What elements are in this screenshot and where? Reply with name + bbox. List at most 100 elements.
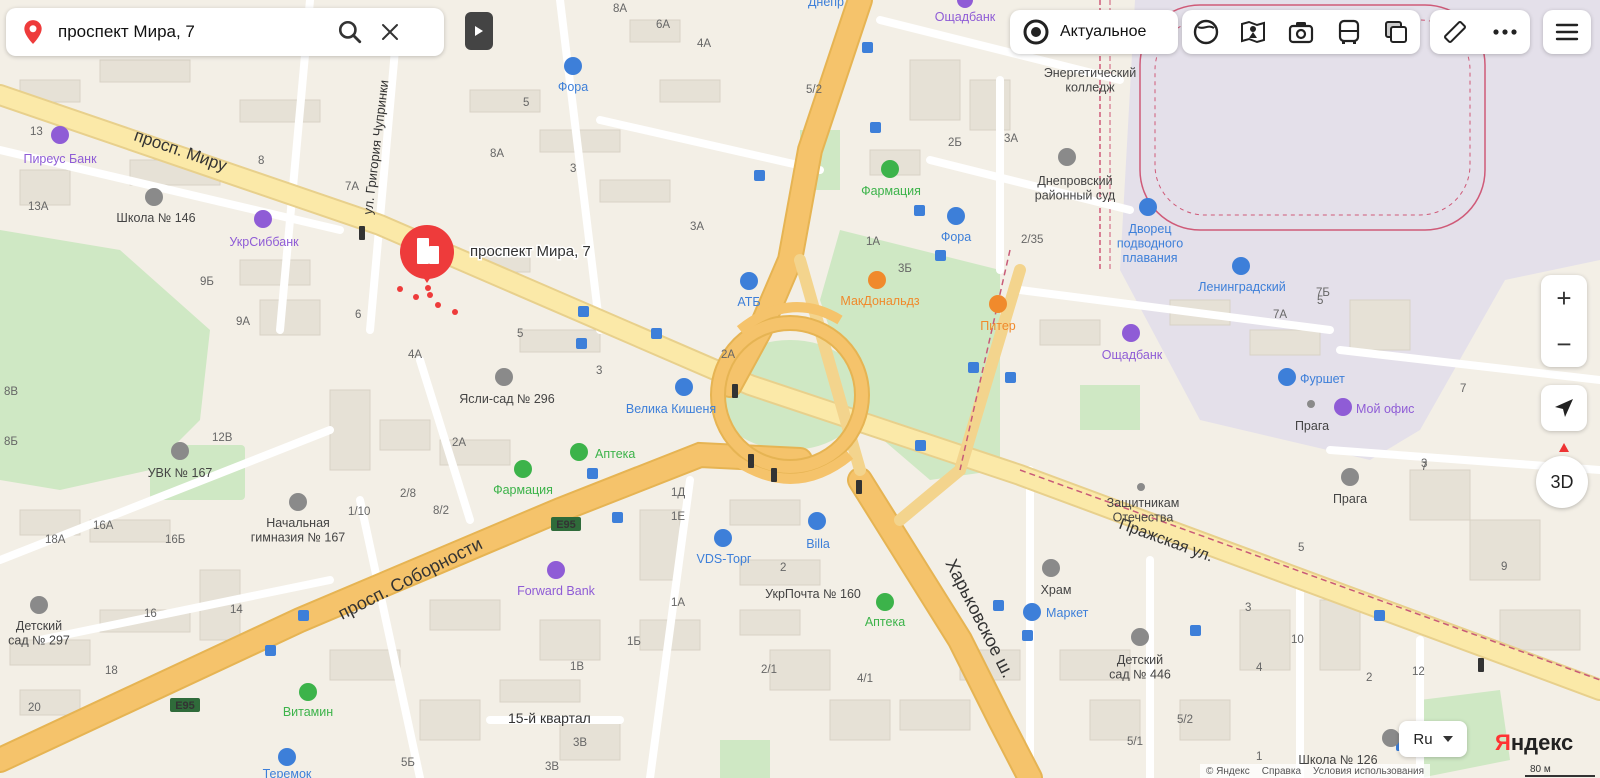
svg-text:9Б: 9Б [200, 276, 214, 288]
svg-text:1А: 1А [866, 236, 880, 248]
svg-text:4А: 4А [697, 38, 711, 50]
svg-text:3Б: 3Б [898, 263, 912, 275]
svg-text:2: 2 [780, 562, 786, 574]
photos-button[interactable] [1281, 12, 1321, 52]
svg-text:13А: 13А [28, 201, 49, 213]
transport-button[interactable] [1329, 12, 1369, 52]
svg-text:Школа № 146: Школа № 146 [116, 211, 195, 225]
yandex-logo[interactable]: Яндекс [1495, 730, 1573, 756]
search-input[interactable] [56, 21, 330, 43]
poi-ukrposhta-160[interactable]: УкрПочта № 160 [765, 587, 861, 601]
svg-text:7: 7 [1460, 383, 1466, 395]
language-label: Ru [1413, 730, 1433, 748]
language-select[interactable]: Ru [1399, 721, 1467, 757]
svg-text:8А: 8А [490, 148, 504, 160]
copyright-text: © Яндекс [1206, 765, 1250, 777]
svg-text:Аптека: Аптека [865, 615, 905, 629]
tools-bar [1430, 10, 1530, 54]
search-icon [338, 20, 362, 44]
map-type-button[interactable] [1186, 12, 1226, 52]
ruler-button[interactable] [1435, 12, 1475, 52]
svg-text:УкрСиббанк: УкрСиббанк [229, 235, 299, 249]
svg-text:8А: 8А [613, 3, 627, 15]
svg-text:Ощадбанк: Ощадбанк [935, 10, 996, 24]
svg-text:Ленинградский: Ленинградский [1198, 280, 1285, 294]
svg-text:4/1: 4/1 [857, 673, 873, 685]
svg-text:2: 2 [1366, 672, 1372, 684]
map-canvas[interactable]: E95 E95 просп. Миру ул. Григория Чупринк… [0, 0, 1600, 778]
svg-text:Фармация: Фармация [861, 184, 921, 198]
svg-text:7А: 7А [1273, 309, 1287, 321]
svg-text:3В: 3В [545, 761, 559, 773]
zoom-in-button[interactable]: + [1541, 275, 1587, 321]
svg-text:Днепровскийрайонный суд: Днепровский районный суд [1035, 174, 1116, 202]
svg-text:2Б: 2Б [948, 137, 962, 149]
chevron-down-icon [1442, 736, 1453, 742]
search-panel [6, 8, 444, 56]
svg-text:20: 20 [28, 702, 41, 714]
3d-mode-button[interactable]: 3D [1536, 456, 1588, 508]
svg-text:3А: 3А [1004, 133, 1018, 145]
help-link[interactable]: Справка [1262, 766, 1301, 777]
clear-search-button[interactable] [370, 12, 410, 52]
svg-text:3В: 3В [573, 737, 587, 749]
target-icon [1023, 19, 1049, 45]
svg-text:3А: 3А [690, 221, 704, 233]
svg-text:18: 18 [105, 665, 118, 677]
poi-dnepr[interactable]: Днепр [808, 0, 844, 9]
more-dots-icon [1493, 29, 1517, 35]
collapse-sidebar-button[interactable] [465, 12, 493, 50]
svg-text:Прага: Прага [1295, 419, 1329, 433]
panorama-button[interactable] [1233, 12, 1273, 52]
svg-text:5/1: 5/1 [1127, 736, 1143, 748]
road-shield-e95: E95 [551, 517, 581, 531]
svg-text:Пиреус Банк: Пиреус Банк [23, 152, 97, 166]
menu-button[interactable] [1543, 10, 1591, 54]
terms-link[interactable]: Условия использования [1313, 766, 1424, 777]
svg-text:Billa: Billa [806, 537, 830, 551]
svg-text:1/10: 1/10 [348, 506, 370, 518]
zoom-control: + − [1541, 275, 1587, 367]
svg-text:2/35: 2/35 [1021, 234, 1043, 246]
svg-text:16Б: 16Б [165, 534, 185, 546]
svg-text:Фора: Фора [941, 230, 971, 244]
svg-text:ЗащитникамОтечества: Защитникам Отечества [1107, 496, 1180, 524]
navigation-arrow-icon [1555, 399, 1573, 417]
my-location-button[interactable] [1541, 385, 1587, 431]
svg-text:3: 3 [570, 163, 576, 175]
svg-text:5: 5 [517, 328, 523, 340]
poi-market[interactable]: Маркет [1023, 603, 1089, 621]
layers-button[interactable] [1376, 12, 1416, 52]
svg-text:6А: 6А [656, 19, 670, 31]
road-shield-e95-2: E95 [170, 698, 200, 712]
svg-text:E95: E95 [175, 700, 195, 712]
map-person-icon [1241, 20, 1266, 44]
svg-text:2/8: 2/8 [400, 488, 416, 500]
svg-text:5Б: 5Б [401, 757, 415, 769]
svg-text:8: 8 [258, 155, 264, 167]
svg-text:Мой офис: Мой офис [1356, 402, 1414, 416]
svg-text:10: 10 [1291, 634, 1304, 646]
location-pin-icon [24, 20, 42, 44]
zoom-out-button[interactable]: − [1541, 321, 1587, 367]
search-button[interactable] [330, 12, 370, 52]
play-arrow-icon [475, 26, 483, 36]
svg-text:18А: 18А [45, 534, 66, 546]
svg-text:1А: 1А [671, 597, 685, 609]
svg-text:Витамин: Витамин [283, 705, 333, 719]
hamburger-menu-icon [1555, 23, 1579, 41]
more-button[interactable] [1485, 12, 1525, 52]
compass-north-icon [1559, 443, 1569, 452]
svg-text:5: 5 [1317, 295, 1323, 307]
svg-text:Ощадбанк: Ощадбанк [1102, 348, 1163, 362]
scale-label: 80 м [1530, 764, 1551, 775]
svg-text:Прага: Прага [1333, 492, 1367, 506]
svg-text:1Д: 1Д [671, 487, 685, 499]
svg-text:14: 14 [230, 604, 243, 616]
actual-layer-label: Актуальное [1060, 23, 1147, 40]
svg-text:5: 5 [1298, 542, 1304, 554]
ruler-icon [1444, 21, 1466, 43]
actual-layer-toggle[interactable]: Актуальное [1010, 10, 1178, 54]
svg-text:АТБ: АТБ [737, 295, 760, 309]
svg-text:Forward Bank: Forward Bank [517, 584, 596, 598]
